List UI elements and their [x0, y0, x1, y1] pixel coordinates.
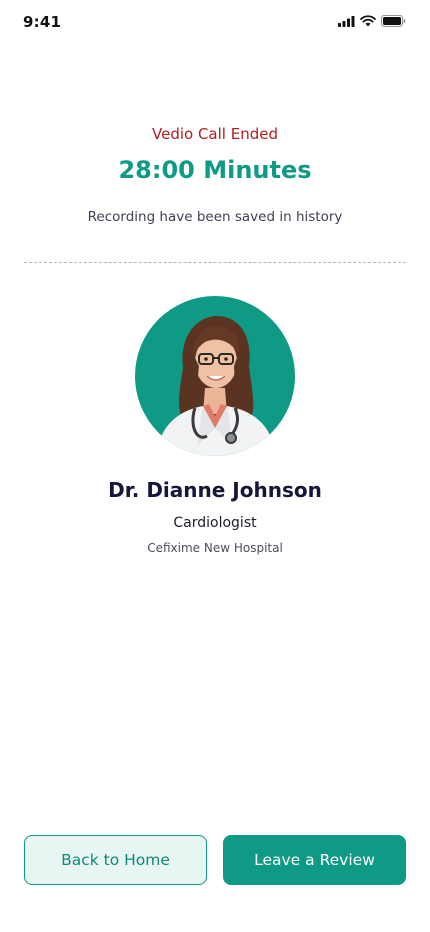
back-to-home-button[interactable]: Back to Home [24, 835, 207, 885]
battery-icon [381, 15, 406, 27]
doctor-name: Dr. Dianne Johnson [108, 478, 322, 502]
status-bar: 9:41 [0, 0, 430, 46]
doctor-avatar [135, 296, 295, 456]
status-icons [338, 15, 406, 27]
leave-review-button[interactable]: Leave a Review [223, 835, 406, 885]
doctor-specialty: Cardiologist [173, 515, 257, 531]
recording-note: Recording have been saved in history [87, 209, 343, 225]
call-duration: 28:00 Minutes [118, 156, 312, 184]
doctor-hospital: Cefixime New Hospital [147, 541, 283, 555]
signal-icon [338, 15, 355, 27]
status-time: 9:41 [23, 13, 62, 31]
dashed-divider [24, 262, 406, 263]
wifi-icon [360, 15, 376, 27]
call-status: Vedio Call Ended [152, 125, 278, 143]
